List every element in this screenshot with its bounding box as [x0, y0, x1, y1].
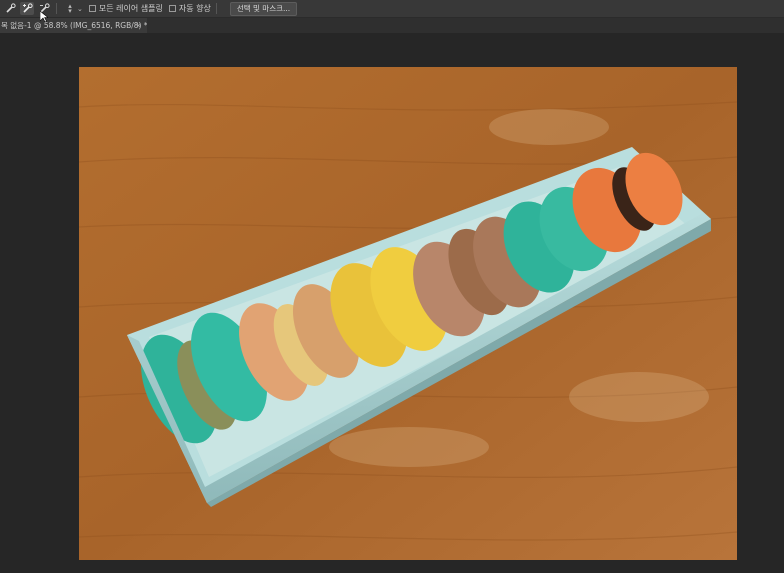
- brush-add-icon: [22, 3, 33, 13]
- auto-enhance-label: 자동 향상: [178, 4, 211, 13]
- quick-selection-brush-button[interactable]: [3, 2, 17, 15]
- document-tab[interactable]: 목 없음-1 @ 58.8% (IMG_6516, RGB/8) * ×: [0, 18, 147, 33]
- document-tab-bar: 목 없음-1 @ 58.8% (IMG_6516, RGB/8) * ×: [0, 18, 784, 33]
- document-canvas[interactable]: [79, 67, 737, 560]
- select-and-mask-button[interactable]: 선택 및 마스크...: [229, 1, 298, 16]
- mouse-pointer-icon: [40, 11, 48, 23]
- sample-all-layers-label: 모든 레이어 샘플링: [98, 4, 163, 13]
- chevron-down-icon[interactable]: ⌄: [77, 5, 83, 13]
- canvas-area[interactable]: [0, 33, 784, 573]
- brush-size-stepper[interactable]: ▴ ▾: [66, 2, 74, 14]
- brush-icon: [5, 3, 16, 13]
- sample-all-layers-checkbox[interactable]: [88, 5, 96, 12]
- document-tab-title: 목 없음-1 @ 58.8% (IMG_6516, RGB/8) *: [1, 21, 147, 30]
- tool-options-bar: ▴ ▾ ⌄ 모든 레이어 샘플링 자동 향상 선택 및 마스크...: [0, 0, 784, 18]
- separator: [215, 3, 217, 14]
- add-to-selection-button[interactable]: [20, 2, 34, 15]
- close-icon[interactable]: ×: [135, 18, 142, 33]
- separator: [56, 3, 57, 14]
- macaron-photo: [79, 67, 737, 560]
- auto-enhance-checkbox[interactable]: [168, 5, 176, 12]
